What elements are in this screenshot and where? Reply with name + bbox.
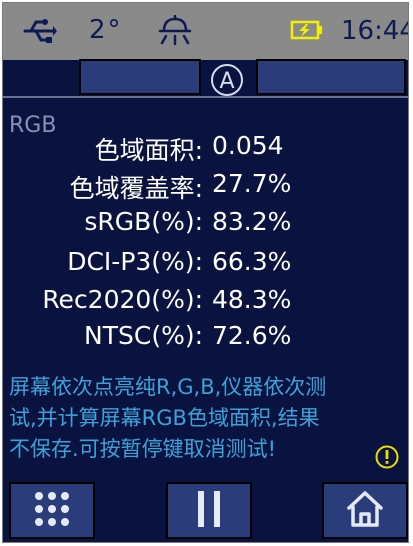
result-value: 48.3%	[212, 285, 292, 314]
result-row: NTSC(%): 72.6%	[3, 321, 408, 355]
message-line: 试,并计算屏幕RGB色域面积,结果	[9, 406, 320, 430]
pause-button[interactable]	[166, 482, 252, 539]
result-value: 72.6%	[212, 321, 292, 350]
result-row: DCI-P3(%): 66.3%	[3, 247, 408, 281]
result-label: DCI-P3(%):	[67, 247, 203, 276]
warning-icon	[375, 445, 399, 473]
instruction-message: 屏幕依次点亮纯R,G,B,仪器依次测 试,并计算屏幕RGB色域面积,结果 不保存…	[9, 372, 369, 465]
home-button[interactable]	[322, 482, 408, 539]
pause-icon	[192, 489, 226, 533]
result-row: 色域覆盖率: 27.7%	[3, 169, 408, 203]
mirror-light-icon	[156, 14, 194, 51]
result-value: 83.2%	[212, 207, 292, 236]
result-label: Rec2020(%):	[42, 285, 203, 314]
result-value: 66.3%	[212, 247, 292, 276]
result-value: 27.7%	[212, 169, 292, 198]
toolbar-right-panel[interactable]	[256, 59, 406, 95]
mode-indicator-letter: A	[219, 69, 234, 94]
usb-icon	[23, 17, 57, 49]
divider	[3, 96, 408, 98]
temperature-readout: 2°	[89, 15, 123, 45]
result-row: sRGB(%): 83.2%	[3, 207, 408, 241]
menu-button[interactable]	[9, 482, 95, 539]
auto-mode-indicator: A	[209, 62, 245, 98]
device-screen: 2° 16:44 A RGB 色域面积: 0.054 色域覆盖率: 27.7% …	[2, 2, 409, 543]
result-label: 色域面积:	[94, 136, 203, 165]
result-row: 色域面积: 0.054	[3, 131, 408, 165]
home-icon	[343, 487, 387, 535]
message-line: 屏幕依次点亮纯R,G,B,仪器依次测	[9, 375, 327, 399]
clock: 16:44	[341, 16, 409, 46]
result-label: NTSC(%):	[84, 321, 203, 350]
battery-charging-icon	[290, 20, 324, 44]
grid-menu-icon	[30, 487, 74, 535]
result-value: 0.054	[212, 131, 284, 160]
result-row: Rec2020(%): 48.3%	[3, 285, 408, 319]
status-bar: 2° 16:44	[3, 3, 408, 60]
result-label: 色域覆盖率:	[69, 174, 203, 203]
result-label: sRGB(%):	[84, 207, 203, 236]
message-line: 不保存.可按暂停键取消测试!	[9, 437, 277, 461]
toolbar-left-panel[interactable]	[79, 59, 201, 95]
